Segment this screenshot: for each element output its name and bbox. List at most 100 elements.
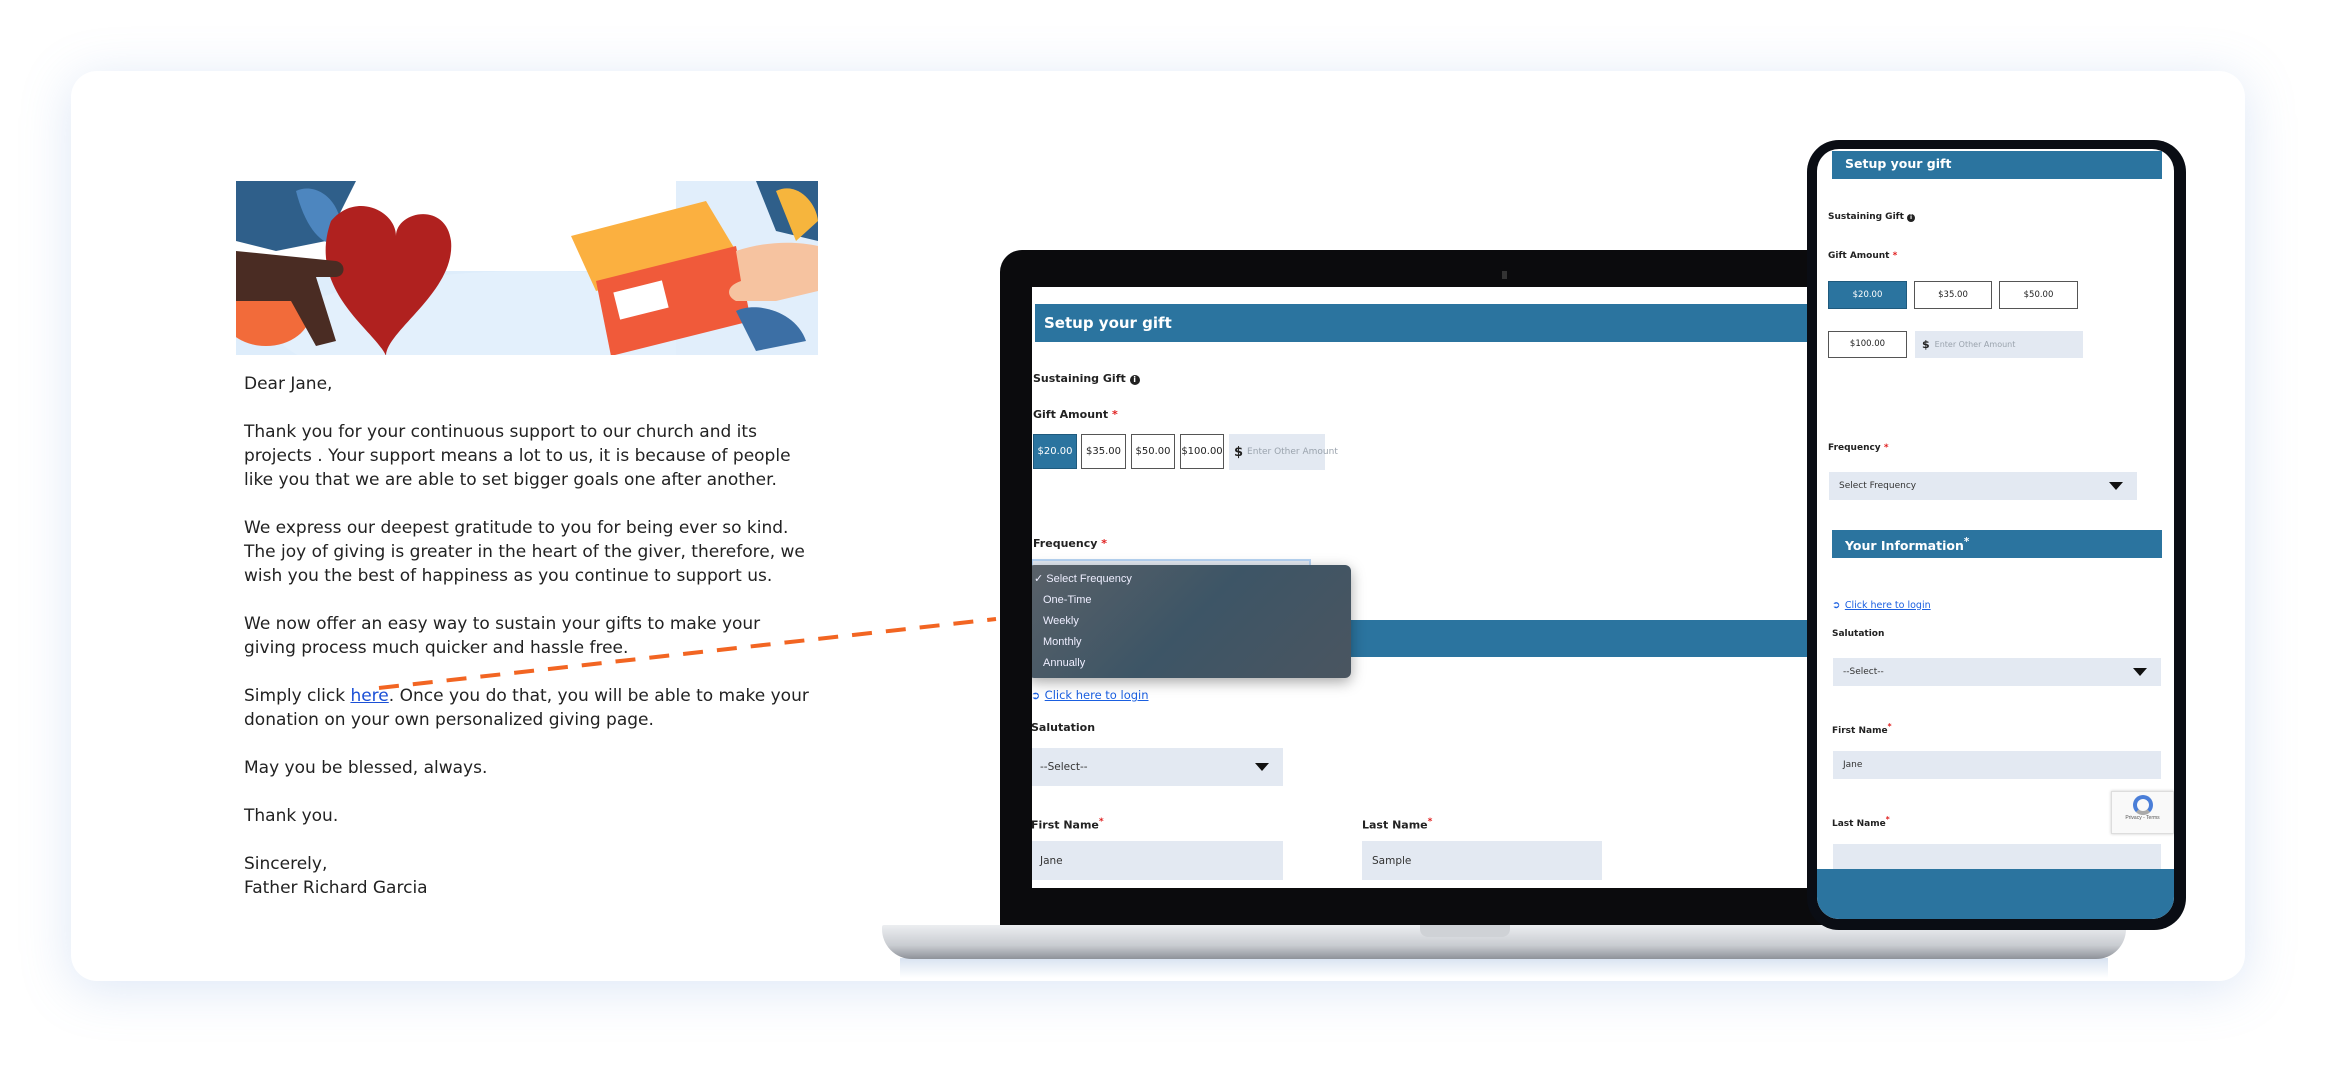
first-name-label: First Name* [1032,816,1104,832]
amount-button-35[interactable]: $35.00 [1914,281,1992,309]
text-line: like you that we are able to set bigger … [244,470,777,490]
salutation-select[interactable]: --Select-- [1032,748,1283,786]
sign-in-icon: ➲ [1032,690,1041,702]
amount-button-20[interactable]: $20.00 [1828,281,1907,309]
sustaining-gift-label: Sustaining Gift i [1828,212,1916,222]
text-line: giving process much quicker and hassle f… [244,638,629,658]
phone-screen: Setup your gift Sustaining Gift i Gift A… [1817,149,2174,919]
option-monthly[interactable]: Monthly [1032,632,1351,653]
salutation-label: Salutation [1832,629,1885,639]
login-link-row[interactable]: ➲ Click here to login [1032,686,1149,704]
text-line: The joy of giving is greater in the hear… [244,542,805,562]
last-name-label: Last Name* [1832,815,1890,829]
caret-down-icon [2133,667,2147,676]
amount-button-35[interactable]: $35.00 [1081,434,1126,469]
first-name-input[interactable]: Jane [1032,841,1283,880]
text-line: Thank you for your continuous support to… [244,422,757,442]
dollar-icon: $ [1922,337,1930,351]
text-line: projects . Your support means a lot to u… [244,446,791,466]
label-text: Last Name [1832,819,1886,829]
salutation-label: Salutation [1032,721,1096,734]
caret-down-icon [2109,481,2123,490]
laptop-screen: Setup your gift Sustaining Gift i Gift A… [1032,287,1814,888]
footer-bar [1817,869,2174,919]
letter-signature: Father Richard Garcia [244,878,428,898]
first-name-label: First Name* [1832,722,1892,736]
here-link[interactable]: here [350,686,388,706]
setup-gift-header: Setup your gift [1035,304,1814,342]
label-text: Sustaining Gift [1033,372,1126,385]
option-text: Select Frequency [1046,573,1132,585]
login-link[interactable]: Click here to login [1845,600,1931,611]
letter-paragraph-4: Simply click here. Once you do that, you… [244,684,809,732]
sign-in-icon: ➲ [1832,599,1841,611]
recaptcha-badge[interactable]: Privacy - Terms [2111,791,2174,834]
label-text: Sustaining Gift [1828,212,1904,222]
info-icon[interactable]: i [1907,214,1916,222]
required-mark: * [1885,815,1890,824]
login-link-row[interactable]: ➲ Click here to login [1832,595,1931,613]
last-name-input[interactable]: Sample [1362,841,1602,880]
phone-frame: Setup your gift Sustaining Gift i Gift A… [1807,140,2186,930]
option-weekly[interactable]: Weekly [1032,611,1351,632]
amount-button-50[interactable]: $50.00 [1999,281,2078,309]
label-text: Last Name [1362,818,1428,832]
amount-button-50[interactable]: $50.00 [1131,434,1175,469]
frequency-label: Frequency * [1033,537,1107,550]
text: Simply click [244,686,351,706]
required-mark: * [1963,536,1970,548]
frequency-dropdown-menu: ✓ Select Frequency One-Time Weekly Month… [1032,565,1351,678]
amount-button-20[interactable]: $20.00 [1033,434,1077,469]
option-annually[interactable]: Annually [1032,653,1351,674]
frequency-select[interactable]: Select Frequency [1829,471,2137,501]
option-select-frequency[interactable]: ✓ Select Frequency [1032,569,1351,590]
letter-blessing: May you be blessed, always. [244,758,488,778]
letter-closing: Sincerely, [244,854,328,874]
laptop-shadow [900,958,2108,978]
text-line: We express our deepest gratitude to you … [244,518,789,538]
recaptcha-text: Privacy - Terms [2125,815,2160,821]
required-mark: * [1427,816,1433,827]
other-amount-input[interactable]: $ Enter Other Amount [1229,434,1338,470]
label-text: First Name [1032,818,1099,832]
required-mark: * [1892,251,1898,261]
required-mark: * [1883,443,1889,453]
salutation-select[interactable]: --Select-- [1833,657,2161,687]
login-link[interactable]: Click here to login [1045,688,1149,702]
last-name-input[interactable] [1833,843,2161,873]
required-mark: * [1887,722,1892,731]
dollar-icon: $ [1234,444,1244,460]
first-name-input[interactable]: Jane [1833,750,2161,780]
text: . Once you do that, you will be able to … [388,686,809,706]
gift-amount-label: Gift Amount * [1033,408,1118,421]
gift-amount-label: Gift Amount * [1828,251,1897,261]
option-one-time[interactable]: One-Time [1032,590,1351,611]
info-icon[interactable]: i [1129,375,1140,385]
label-text: Gift Amount [1828,251,1890,261]
letter-paragraph-1: Thank you for your continuous support to… [244,420,791,492]
label-text: Gift Amount [1033,408,1109,421]
camera-icon [1502,271,1507,279]
text-line: We now offer an easy way to sustain your… [244,614,761,634]
your-information-header: Your Information* [1832,530,2162,558]
label-text: Frequency [1033,537,1098,550]
required-mark: * [1098,816,1104,827]
amount-button-100[interactable]: $100.00 [1828,330,1907,359]
caret-down-icon [1255,763,1269,771]
select-value: Select Frequency [1839,480,1917,491]
banner-illustration [236,181,818,355]
text-line: donation on your own personalized giving… [244,710,654,730]
laptop-notch [1420,925,1510,937]
placeholder: Enter Other Amount [1247,447,1338,457]
setup-gift-header: Setup your gift [1832,150,2162,180]
other-amount-input[interactable]: $ Enter Other Amount [1915,330,2083,359]
text-line: wish you the best of happiness as you co… [244,566,773,586]
recaptcha-icon [2132,795,2153,815]
select-value: --Select-- [1843,666,1884,677]
label-text: Frequency [1828,443,1881,453]
amount-button-100[interactable]: $100.00 [1180,434,1224,469]
letter-greeting: Dear Jane, [244,374,333,394]
required-mark: * [1101,537,1107,550]
last-name-label: Last Name* [1362,816,1432,832]
label-text: First Name [1832,726,1888,736]
